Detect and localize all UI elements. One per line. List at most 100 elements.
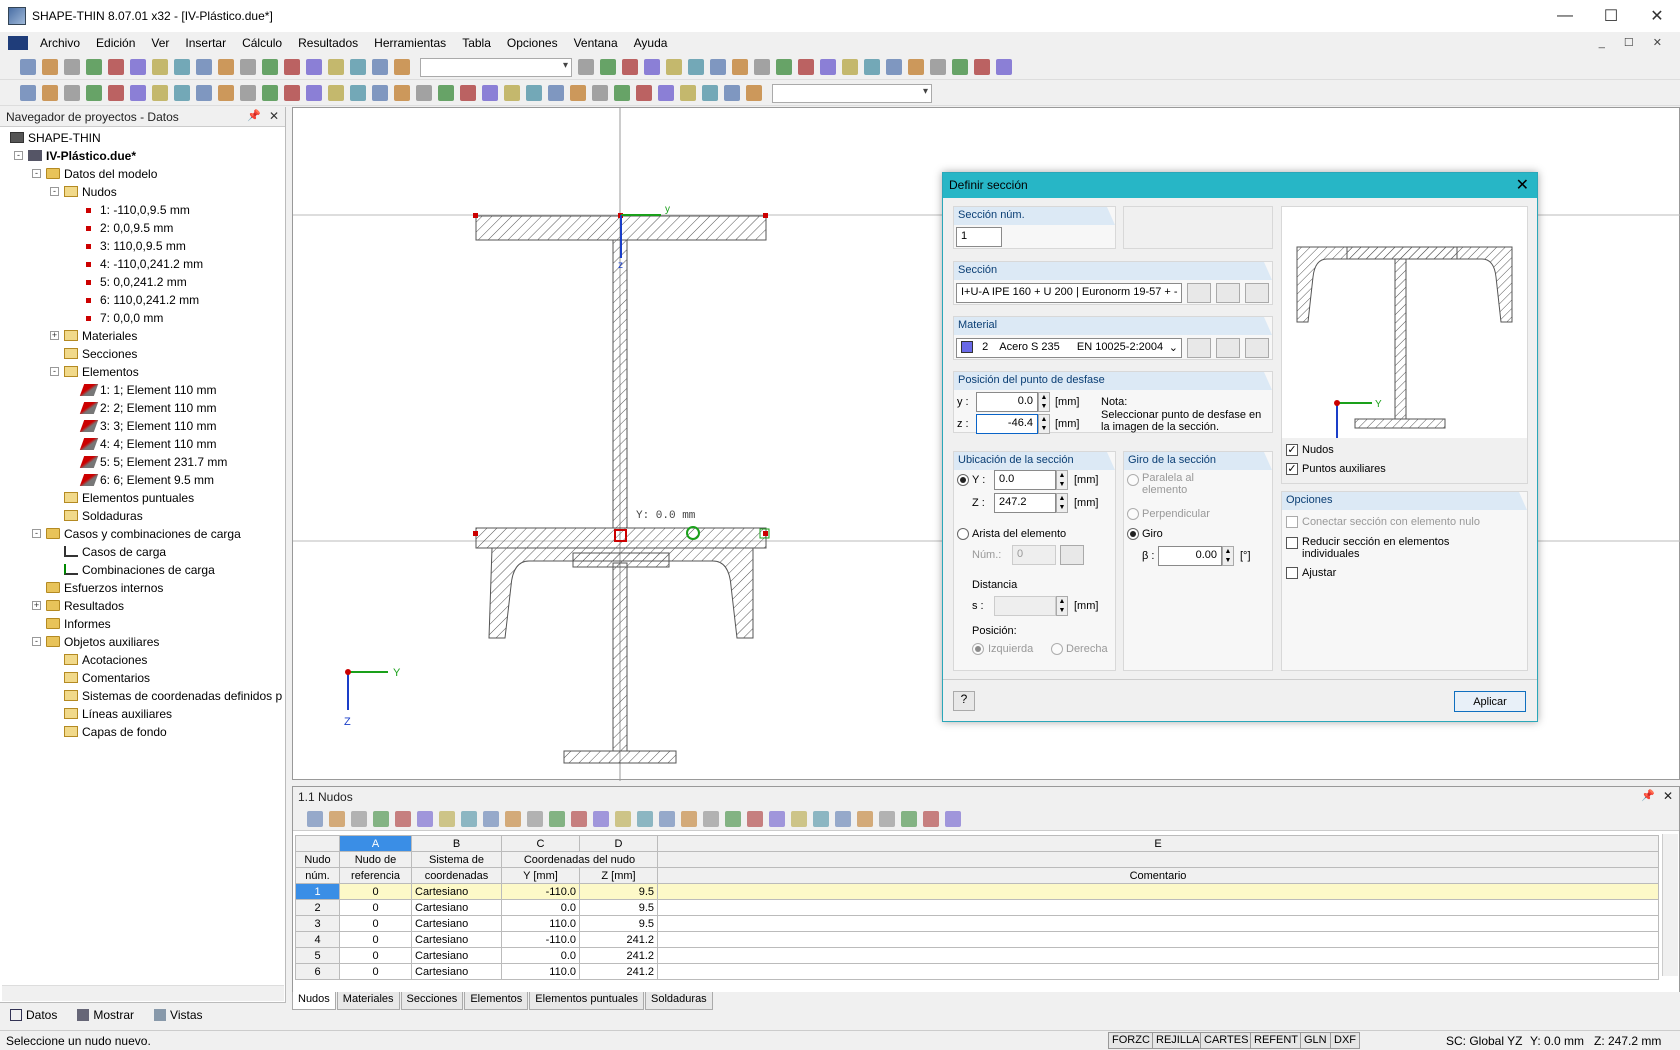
edit-material-button[interactable] — [1245, 338, 1269, 358]
table-cell[interactable]: 4 — [295, 931, 340, 948]
tree-expander[interactable]: - — [50, 187, 59, 196]
table-row[interactable]: 6 0 Cartesiano 110.0 241.2 — [295, 963, 1659, 980]
comment-cell[interactable] — [657, 947, 1659, 964]
dialog-close-icon[interactable]: ✕ — [1516, 175, 1529, 195]
tree-item[interactable]: Líneas auxiliares — [82, 705, 172, 723]
toolbar-button[interactable] — [578, 59, 594, 75]
table-row[interactable]: 5 0 Cartesiano 0.0 241.2 — [295, 947, 1659, 964]
toolbar-button[interactable] — [42, 85, 58, 101]
table-cell[interactable]: Cartesiano — [411, 947, 502, 964]
radio-rotation[interactable] — [1127, 528, 1139, 540]
apply-button[interactable]: Aplicar — [1454, 691, 1526, 712]
tree-expander[interactable]: - — [32, 169, 41, 178]
toolbar-button[interactable] — [724, 85, 740, 101]
table-cell[interactable]: Cartesiano — [411, 883, 502, 900]
offset-z-input[interactable]: -46.4 — [976, 414, 1038, 434]
node-3[interactable] — [763, 213, 768, 218]
mdi-controls[interactable]: _ ☐ ✕ — [1599, 36, 1670, 49]
menu-tabla[interactable]: Tabla — [454, 36, 499, 50]
toolbar-button[interactable] — [196, 85, 212, 101]
table-cell[interactable]: 0 — [339, 899, 412, 916]
toolbar-button[interactable] — [284, 85, 300, 101]
edge-number-input[interactable]: 0 — [1012, 545, 1056, 565]
table-cell[interactable]: 0 — [339, 963, 412, 980]
comment-cell[interactable] — [657, 883, 1659, 900]
toolbar-button[interactable] — [776, 59, 792, 75]
offset-y-spinner[interactable]: ▲ ▼ — [1038, 392, 1050, 412]
table-cell[interactable]: 2 — [295, 899, 340, 916]
maximize-button[interactable]: ☐ — [1588, 0, 1634, 32]
toolbar-button[interactable] — [886, 59, 902, 75]
table-vscrollbar[interactable] — [1662, 834, 1678, 976]
menu-ver[interactable]: Ver — [143, 36, 177, 50]
table-toolbar-button[interactable] — [923, 811, 939, 827]
pin-icon[interactable]: 📌 — [247, 109, 261, 122]
status-toggle-button[interactable]: REJILLA — [1152, 1032, 1204, 1049]
toolbar-button[interactable] — [438, 85, 454, 101]
tree-item[interactable]: 1: 1; Element 110 mm — [100, 381, 217, 399]
table-cell[interactable]: 0 — [339, 915, 412, 932]
table-cell[interactable]: Cartesiano — [411, 963, 502, 980]
toolbar-button[interactable] — [592, 85, 608, 101]
toolbar-button[interactable] — [284, 59, 300, 75]
help-icon[interactable]: ? — [953, 691, 975, 711]
toolbar-button[interactable] — [570, 85, 586, 101]
table-row[interactable]: 2 0 Cartesiano 0.0 9.5 — [295, 899, 1659, 916]
toolbar-button[interactable] — [306, 59, 322, 75]
table-toolbar-button[interactable] — [769, 811, 785, 827]
toolbar-button[interactable] — [614, 85, 630, 101]
toolbar-combo[interactable] — [772, 84, 932, 103]
table-cell[interactable]: 110.0 — [501, 963, 580, 980]
library-button[interactable] — [1187, 283, 1211, 303]
checkbox-reduce-section[interactable] — [1286, 537, 1298, 549]
table-cell[interactable]: 110.0 — [501, 915, 580, 932]
toolbar-button[interactable] — [416, 85, 432, 101]
checkbox-nodes[interactable]: ✓ — [1286, 444, 1298, 456]
table-row[interactable]: 3 0 Cartesiano 110.0 9.5 — [295, 915, 1659, 932]
toolbar-button[interactable] — [974, 59, 990, 75]
tree-item[interactable]: Soldaduras — [82, 507, 143, 525]
tree-expander[interactable]: - — [50, 367, 59, 376]
toolbar-button[interactable] — [460, 85, 476, 101]
tree-expander[interactable]: + — [32, 601, 41, 610]
table-toolbar-button[interactable] — [725, 811, 741, 827]
tree-item[interactable]: 4: 4; Element 110 mm — [100, 435, 217, 453]
toolbar-button[interactable] — [350, 59, 366, 75]
table-cell[interactable]: 3 — [295, 915, 340, 932]
checkbox-aux-points[interactable]: ✓ — [1286, 463, 1298, 475]
tree-item[interactable]: Materiales — [82, 327, 137, 345]
table-cell[interactable]: 9.5 — [579, 883, 658, 900]
toolbar-button[interactable] — [842, 59, 858, 75]
minimize-button[interactable]: — — [1542, 0, 1588, 32]
section-number-input[interactable]: 1 — [956, 227, 1002, 247]
tree-item[interactable]: 2: 2; Element 110 mm — [100, 399, 217, 417]
radio-parallel[interactable] — [1127, 474, 1139, 486]
table-toolbar-button[interactable] — [417, 811, 433, 827]
location-y-input[interactable]: 0.0 — [994, 470, 1056, 490]
table-cell[interactable]: 9.5 — [579, 915, 658, 932]
col-header-c[interactable]: C — [501, 835, 580, 852]
material-select[interactable]: 2 Acero S 235 EN 10025-2:2004 ⌄ — [956, 338, 1182, 358]
table-toolbar-button[interactable] — [395, 811, 411, 827]
toolbar-button[interactable] — [350, 85, 366, 101]
tree-item[interactable]: Secciones — [82, 345, 137, 363]
table-toolbar-button[interactable] — [835, 811, 851, 827]
new-material-button[interactable] — [1216, 338, 1240, 358]
toolbar-button[interactable] — [710, 59, 726, 75]
menu-ventana[interactable]: Ventana — [566, 36, 626, 50]
toolbar-button[interactable] — [600, 59, 616, 75]
table-toolbar-button[interactable] — [791, 811, 807, 827]
table-cell[interactable]: -110.0 — [501, 883, 580, 900]
toolbar-button[interactable] — [108, 85, 124, 101]
tree-item[interactable]: Esfuerzos internos — [64, 579, 163, 597]
tree-item[interactable]: Combinaciones de carga — [82, 561, 215, 579]
toolbar-button[interactable] — [328, 59, 344, 75]
tree-item[interactable]: 6: 110,0,241.2 mm — [100, 291, 199, 309]
toolbar-button[interactable] — [644, 59, 660, 75]
table-close-icon[interactable]: ✕ — [1663, 789, 1673, 803]
table-toolbar-button[interactable] — [681, 811, 697, 827]
navigator-hscrollbar[interactable] — [2, 985, 284, 1001]
table-cell[interactable]: Cartesiano — [411, 915, 502, 932]
mdi-logo-icon[interactable] — [8, 36, 28, 50]
navigator-close-icon[interactable]: ✕ — [269, 109, 279, 123]
